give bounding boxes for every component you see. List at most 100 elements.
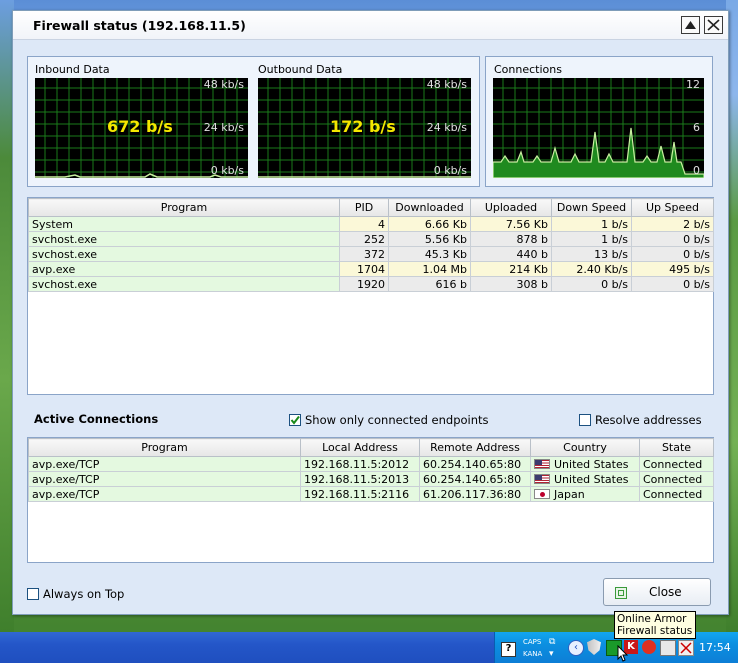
downloaded-cell: 5.56 Kb	[388, 231, 471, 247]
country-name: United States	[554, 472, 629, 486]
caps-indicator: CAPS	[523, 638, 542, 646]
inbound-scale-mid: 24 kb/s	[203, 121, 244, 134]
connections-scale-mid: 6	[693, 121, 700, 134]
show-connected-label[interactable]: Show only connected endpoints	[305, 413, 489, 427]
col-uploaded[interactable]: Uploaded	[470, 198, 552, 217]
inbound-rate: 672 b/s	[107, 117, 173, 136]
table-row[interactable]: avp.exe 1704 1.04 Mb 214 Kb 2.40 Kb/s 49…	[28, 261, 714, 277]
conn-program-cell: avp.exe/TCP	[28, 486, 301, 502]
inbound-scale-top: 48 kb/s	[203, 78, 244, 91]
outbound-label: Outbound Data	[258, 63, 343, 76]
col-down-speed[interactable]: Down Speed	[551, 198, 632, 217]
us-flag-icon	[534, 458, 550, 469]
resolve-addresses-label[interactable]: Resolve addresses	[595, 413, 702, 427]
pid-cell: 252	[339, 231, 389, 247]
close-square-icon	[615, 587, 627, 599]
table-row[interactable]: svchost.exe 1920 616 b 308 b 0 b/s 0 b/s	[28, 276, 714, 292]
down-speed-cell: 0 b/s	[551, 276, 632, 292]
up-speed-cell: 495 b/s	[631, 261, 714, 277]
conn-program-cell: avp.exe/TCP	[28, 456, 301, 472]
country-cell: Japan	[530, 486, 640, 502]
triangle-up-icon	[685, 21, 696, 29]
inbound-label: Inbound Data	[35, 63, 110, 76]
country-cell: United States	[530, 456, 640, 472]
monitor-tray-icon[interactable]	[678, 640, 694, 656]
country-name: Japan	[554, 487, 585, 501]
col-up-speed[interactable]: Up Speed	[631, 198, 714, 217]
window-title: Firewall status (192.168.11.5)	[33, 18, 246, 33]
minimize-button[interactable]	[681, 16, 700, 34]
state-cell: Connected	[639, 471, 714, 487]
clock[interactable]: 17:54	[699, 641, 731, 654]
pid-cell: 1920	[339, 276, 389, 292]
down-speed-cell: 1 b/s	[551, 216, 632, 232]
table-row[interactable]: avp.exe/TCP 192.168.11.5:2013 60.254.140…	[28, 471, 714, 487]
network-tray-icon[interactable]	[660, 640, 676, 656]
downloaded-cell: 6.66 Kb	[388, 216, 471, 232]
always-on-top-checkbox[interactable]	[27, 588, 39, 600]
table-row[interactable]: avp.exe/TCP 192.168.11.5:2116 61.206.117…	[28, 486, 714, 502]
uploaded-cell: 214 Kb	[470, 261, 552, 277]
down-speed-cell: 1 b/s	[551, 231, 632, 247]
col-state[interactable]: State	[639, 438, 714, 457]
col-remote-address[interactable]: Remote Address	[419, 438, 531, 457]
connections-table: Program Local Address Remote Address Cou…	[28, 438, 714, 502]
col-local-address[interactable]: Local Address	[300, 438, 420, 457]
close-button[interactable]: Close	[603, 578, 711, 606]
programs-table-box[interactable]: Program PID Downloaded Uploaded Down Spe…	[27, 197, 714, 395]
program-cell: svchost.exe	[28, 231, 340, 247]
title-bar[interactable]: Firewall status (192.168.11.5)	[13, 11, 728, 40]
uploaded-cell: 7.56 Kb	[470, 216, 552, 232]
programs-header-row: Program PID Downloaded Uploaded Down Spe…	[28, 198, 714, 217]
country-cell: United States	[530, 471, 640, 487]
col-program[interactable]: Program	[28, 198, 340, 217]
resolve-addresses-checkbox[interactable]	[579, 414, 591, 426]
restore-icon[interactable]: ⧉	[549, 637, 555, 647]
state-cell: Connected	[639, 486, 714, 502]
help-icon[interactable]: ?	[501, 642, 516, 657]
remote-address-cell: 60.254.140.65:80	[419, 471, 531, 487]
up-speed-cell: 0 b/s	[631, 246, 714, 262]
pid-cell: 372	[339, 246, 389, 262]
col-country[interactable]: Country	[530, 438, 640, 457]
col-downloaded[interactable]: Downloaded	[388, 198, 471, 217]
window-body: Inbound Data Outbound Data 48 kb/s 24 kb…	[13, 40, 728, 614]
program-cell: svchost.exe	[28, 246, 340, 262]
tooltip-line-2: Firewall status	[617, 625, 693, 637]
table-row[interactable]: svchost.exe 372 45.3 Kb 440 b 13 b/s 0 b…	[28, 246, 714, 262]
table-row[interactable]: svchost.exe 252 5.56 Kb 878 b 1 b/s 0 b/…	[28, 231, 714, 247]
inbound-scale-bottom: 0 kb/s	[210, 164, 244, 177]
outbound-scale-mid: 24 kb/s	[426, 121, 467, 134]
flash-tray-icon[interactable]	[642, 640, 656, 654]
downloaded-cell: 616 b	[388, 276, 471, 292]
close-button-label: Close	[649, 585, 682, 599]
connections-label: Connections	[494, 63, 562, 76]
connections-header-row: Program Local Address Remote Address Cou…	[28, 438, 714, 457]
outbound-scale-top: 48 kb/s	[426, 78, 467, 91]
firewall-status-window: Firewall status (192.168.11.5) Inbound D…	[12, 10, 729, 615]
connections-scale-top: 12	[686, 78, 700, 91]
close-window-button[interactable]	[704, 16, 723, 34]
table-row[interactable]: avp.exe/TCP 192.168.11.5:2012 60.254.140…	[28, 456, 714, 472]
connections-table-box[interactable]: Program Local Address Remote Address Cou…	[27, 437, 714, 563]
connections-panel: Connections 12 6 0	[485, 56, 713, 187]
active-connections-title: Active Connections	[34, 412, 159, 426]
program-cell: svchost.exe	[28, 276, 340, 292]
outbound-graph: 48 kb/s 24 kb/s 0 kb/s 172 b/s	[258, 78, 471, 178]
always-on-top-label[interactable]: Always on Top	[43, 587, 124, 601]
data-graphs-panel: Inbound Data Outbound Data 48 kb/s 24 kb…	[27, 56, 480, 187]
outbound-rate: 172 b/s	[330, 117, 396, 136]
programs-table: Program PID Downloaded Uploaded Down Spe…	[28, 198, 714, 292]
col-conn-program[interactable]: Program	[28, 438, 301, 457]
table-row[interactable]: System 4 6.66 Kb 7.56 Kb 1 b/s 2 b/s	[28, 216, 714, 232]
downloaded-cell: 45.3 Kb	[388, 246, 471, 262]
outbound-scale-bottom: 0 kb/s	[433, 164, 467, 177]
dropdown-arrow-icon[interactable]: ▾	[549, 649, 554, 659]
up-speed-cell: 2 b/s	[631, 216, 714, 232]
shield-icon[interactable]	[587, 639, 601, 655]
show-connected-checkbox[interactable]	[289, 414, 301, 426]
chevron-left-icon[interactable]: ‹	[568, 640, 584, 656]
mouse-cursor-icon	[617, 645, 629, 662]
col-pid[interactable]: PID	[339, 198, 389, 217]
us-flag-icon	[534, 473, 550, 484]
